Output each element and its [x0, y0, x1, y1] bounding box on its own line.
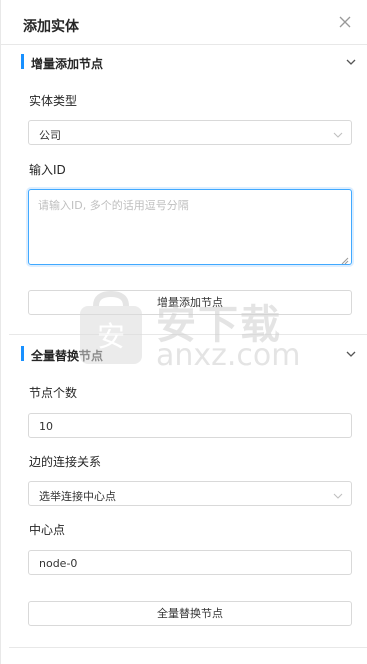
entity-type-select[interactable]: 公司 — [28, 120, 352, 145]
node-count-label: 节点个数 — [29, 386, 78, 400]
full-replace-button-label: 全量替换节点 — [157, 607, 223, 620]
section-divider — [9, 334, 367, 335]
edge-relation-select[interactable]: 选举连接中心点 — [28, 481, 352, 506]
section-incremental-header[interactable]: 增量添加节点 — [1, 52, 367, 72]
section-replace-title: 全量替换节点 — [31, 349, 104, 363]
node-count-value: 10 — [39, 420, 53, 433]
incremental-add-button[interactable]: 增量添加节点 — [28, 290, 352, 315]
panel-title: 添加实体 — [23, 19, 79, 35]
incremental-add-button-label: 增量添加节点 — [157, 296, 223, 309]
id-textarea[interactable]: 请输入ID, 多个的话用逗号分隔 — [28, 189, 352, 265]
edge-relation-label: 边的连接关系 — [29, 455, 102, 469]
add-entity-panel: 添加实体 增量添加节点 实体类型 公司 输入ID 请输入ID, 多个的话用逗号分… — [0, 0, 367, 664]
id-label: 输入ID — [29, 163, 66, 177]
center-node-value: node-0 — [39, 557, 78, 570]
node-count-input[interactable]: 10 — [28, 413, 352, 438]
center-node-input[interactable]: node-0 — [28, 550, 352, 575]
resize-grip-icon[interactable] — [341, 254, 349, 265]
section-accent-bar — [21, 346, 24, 361]
close-icon[interactable] — [337, 14, 353, 30]
panel-header: 添加实体 — [1, 0, 367, 45]
section-replace-header[interactable]: 全量替换节点 — [1, 344, 367, 364]
section-incremental-title: 增量添加节点 — [31, 57, 104, 71]
edge-relation-value: 选举连接中心点 — [39, 490, 116, 503]
center-node-label: 中心点 — [29, 523, 66, 537]
chevron-down-icon — [333, 490, 343, 500]
id-placeholder: 请输入ID, 多个的话用逗号分隔 — [38, 199, 189, 212]
entity-type-label: 实体类型 — [29, 94, 78, 108]
entity-type-value: 公司 — [39, 129, 61, 142]
chevron-down-icon[interactable] — [345, 56, 357, 68]
section-accent-bar — [21, 54, 24, 69]
section-divider — [9, 647, 367, 648]
full-replace-button[interactable]: 全量替换节点 — [28, 601, 352, 626]
chevron-down-icon — [333, 129, 343, 139]
chevron-down-icon[interactable] — [345, 348, 357, 360]
